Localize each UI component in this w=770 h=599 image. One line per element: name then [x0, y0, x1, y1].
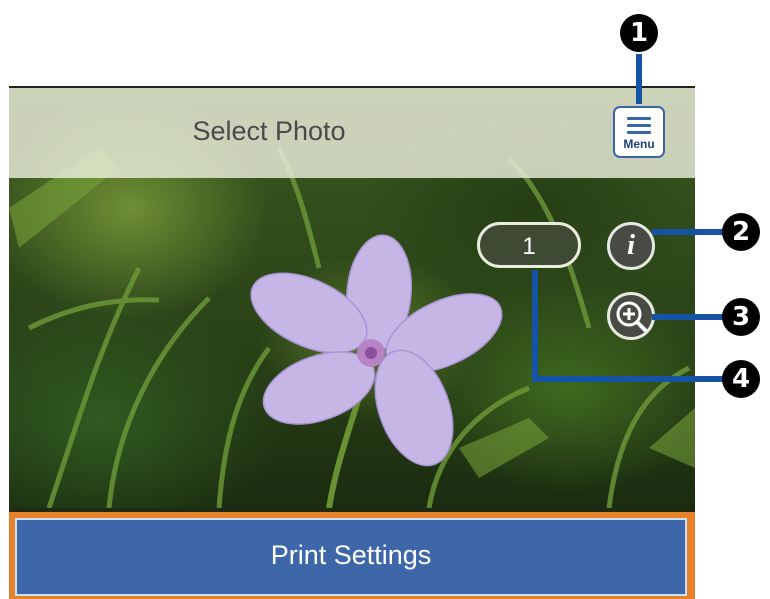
- zoom-in-icon: [616, 301, 647, 332]
- callout-line-4-horizontal: [532, 376, 724, 382]
- page-title: Select Photo: [192, 116, 346, 146]
- menu-button[interactable]: Menu: [613, 106, 665, 158]
- header-bar: Select Photo Menu: [9, 88, 695, 178]
- info-button[interactable]: i: [607, 222, 655, 270]
- printer-screen: Select Photo Menu 1 i Print Settings: [9, 86, 695, 599]
- callout-badge-1: 1: [620, 14, 658, 52]
- callout-badge-3: 3: [722, 298, 760, 336]
- menu-icon: [627, 117, 651, 138]
- print-settings-label: Print Settings: [270, 540, 432, 570]
- print-settings-button[interactable]: Print Settings: [15, 518, 687, 596]
- info-icon: i: [626, 229, 636, 261]
- menu-button-label: Menu: [623, 137, 655, 151]
- callout-line-3: [652, 314, 724, 320]
- zoom-button[interactable]: [607, 292, 655, 340]
- callout-badge-4: 4: [722, 360, 760, 398]
- callout-badge-2: 2: [722, 213, 760, 251]
- callout-line-2: [652, 229, 724, 235]
- callout-line-4-vertical: [532, 270, 538, 382]
- photo-count-badge[interactable]: 1: [477, 222, 581, 268]
- photo-count-value: 1: [522, 233, 536, 260]
- callout-line-1: [636, 54, 642, 104]
- print-settings-highlight: Print Settings: [9, 512, 695, 599]
